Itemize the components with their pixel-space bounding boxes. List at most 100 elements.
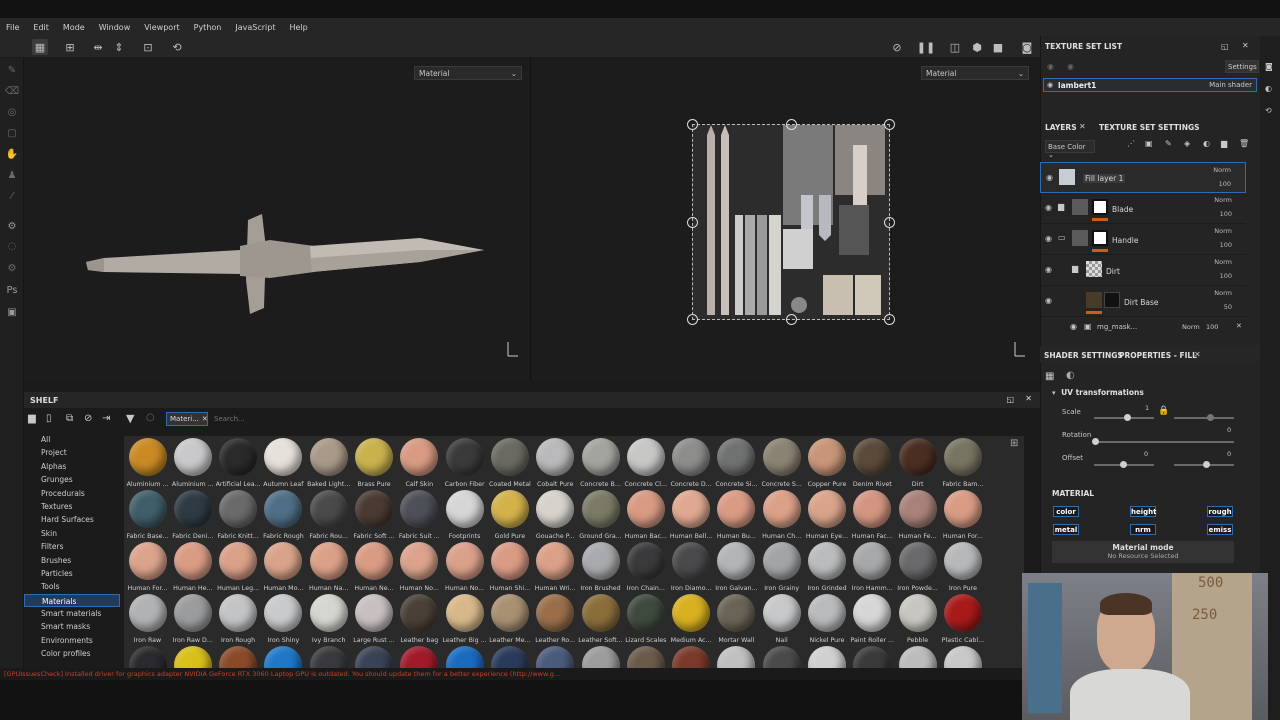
material-tile[interactable]: Iron Pure bbox=[940, 542, 985, 594]
close-icon[interactable]: ✕ bbox=[1025, 394, 1032, 403]
material-tile[interactable]: Calf Skin bbox=[397, 438, 442, 490]
material-mode-button[interactable]: Material mode No Resource Selected bbox=[1052, 541, 1234, 563]
material-tile[interactable]: Human Bell... bbox=[669, 490, 714, 542]
fill-preview-icon[interactable]: ▦ bbox=[1045, 371, 1054, 382]
tab-layers[interactable]: LAYERS bbox=[1045, 123, 1077, 132]
material-tile[interactable]: Human No... bbox=[442, 542, 487, 594]
reset-view-icon[interactable]: ⟲ bbox=[169, 39, 185, 55]
channel-rough-toggle[interactable]: rough bbox=[1207, 506, 1233, 517]
new-file-icon[interactable]: ▯ bbox=[46, 413, 52, 424]
folder-icon[interactable]: ▆ bbox=[1221, 139, 1227, 148]
material-tile[interactable]: Human Bac... bbox=[623, 490, 668, 542]
filter-chip[interactable]: Materi... ✕ bbox=[166, 412, 208, 426]
shelf-category-item[interactable]: Alphas bbox=[24, 460, 120, 473]
material-tile[interactable]: Brass Pure bbox=[352, 438, 397, 490]
eye-icon[interactable]: ◉ bbox=[1070, 322, 1077, 331]
material-tile[interactable]: Human Na... bbox=[306, 542, 351, 594]
shelf-category-item[interactable]: Particles bbox=[24, 567, 120, 580]
shelf-category-item[interactable]: Skin bbox=[24, 527, 120, 540]
cube-icon[interactable]: ⬢ bbox=[969, 39, 985, 55]
add-mask-icon[interactable]: ▣ bbox=[1145, 139, 1153, 148]
material-tile[interactable] bbox=[352, 646, 397, 668]
screenshot-icon[interactable]: ◙ bbox=[1019, 39, 1035, 55]
material-tile[interactable]: Autumn Leaf bbox=[261, 438, 306, 490]
frame-icon[interactable]: ⊡ bbox=[140, 39, 156, 55]
material-tile[interactable]: Gold Pure bbox=[487, 490, 532, 542]
transform-handle[interactable] bbox=[884, 314, 895, 325]
viewport-3d-mode-select[interactable]: Material ⌄ bbox=[414, 66, 522, 80]
grid-layout-icon[interactable]: ▦ bbox=[32, 39, 48, 55]
menu-file[interactable]: File bbox=[6, 23, 19, 32]
flip-vertical-icon[interactable]: ⇕ bbox=[111, 39, 127, 55]
slider-knob[interactable] bbox=[1124, 414, 1131, 421]
material-tile[interactable]: Human Wri... bbox=[533, 542, 578, 594]
settings-icon[interactable]: ⚙ bbox=[4, 260, 20, 276]
transform-handle[interactable] bbox=[884, 119, 895, 130]
material-tile[interactable]: Nail bbox=[759, 594, 804, 646]
material-tile[interactable]: Iron Raw D... bbox=[170, 594, 215, 646]
material-tile[interactable]: Iron Powde... bbox=[895, 542, 940, 594]
material-tile[interactable] bbox=[669, 646, 714, 668]
shelf-category-item[interactable]: Smart materials bbox=[24, 607, 120, 620]
material-tile[interactable]: Human Bu... bbox=[714, 490, 759, 542]
material-tile[interactable]: Concrete Si... bbox=[714, 438, 759, 490]
eye-icon[interactable]: ◉ bbox=[1045, 203, 1052, 212]
material-tile[interactable]: Fabric Bam... bbox=[940, 438, 985, 490]
material-tile[interactable]: Pebble bbox=[895, 594, 940, 646]
material-tile[interactable] bbox=[578, 646, 623, 668]
menu-window[interactable]: Window bbox=[99, 23, 131, 32]
material-tile[interactable] bbox=[170, 646, 215, 668]
shelf-category-item[interactable]: Filters bbox=[24, 540, 120, 553]
add-effect-icon[interactable]: ⋰ bbox=[1127, 139, 1135, 148]
rotation-value[interactable]: 0 bbox=[1227, 426, 1231, 434]
layer-row-handle[interactable]: ◉ ▭ Handle Norm 100 bbox=[1040, 224, 1246, 255]
transform-handle[interactable] bbox=[884, 217, 895, 228]
material-tile[interactable]: Fabric Knitt... bbox=[216, 490, 261, 542]
material-tile[interactable]: Gouache P... bbox=[533, 490, 578, 542]
polygon-fill-icon[interactable]: ▢ bbox=[4, 125, 20, 141]
eye-icon[interactable]: ◉ bbox=[1045, 296, 1052, 305]
projection-icon[interactable]: ◎ bbox=[4, 104, 20, 120]
material-icon[interactable]: ◌ bbox=[4, 238, 20, 254]
material-tile[interactable]: Human For... bbox=[125, 542, 170, 594]
close-icon[interactable]: ✕ bbox=[1079, 122, 1086, 131]
material-tile[interactable]: Iron Galvan... bbox=[714, 542, 759, 594]
material-tile[interactable]: Leather Big ... bbox=[442, 594, 487, 646]
scale-v-slider[interactable] bbox=[1174, 417, 1234, 419]
material-tile[interactable]: Human He... bbox=[170, 542, 215, 594]
lock-icon[interactable]: 🔒 bbox=[1158, 406, 1169, 416]
material-tile[interactable]: Leather Me... bbox=[487, 594, 532, 646]
material-tile[interactable]: Ground Gra... bbox=[578, 490, 623, 542]
visibility-icon[interactable]: ◉ bbox=[1047, 62, 1054, 71]
material-tile[interactable]: Concrete Cl... bbox=[623, 438, 668, 490]
transform-handle[interactable] bbox=[786, 314, 797, 325]
layer-row-blade[interactable]: ◉ ▆ Blade Norm 100 bbox=[1040, 193, 1246, 224]
material-tile[interactable]: Human Ne... bbox=[352, 542, 397, 594]
shelf-category-item[interactable]: Textures bbox=[24, 500, 120, 513]
menu-help[interactable]: Help bbox=[289, 23, 307, 32]
material-tile[interactable] bbox=[805, 646, 850, 668]
close-icon[interactable]: ✕ bbox=[1242, 41, 1249, 50]
eye-icon[interactable]: ◉ bbox=[1045, 234, 1052, 243]
material-tile[interactable]: Iron Shiny bbox=[261, 594, 306, 646]
shelf-category-item[interactable]: Environments bbox=[24, 634, 120, 647]
material-tile[interactable]: Human For... bbox=[940, 490, 985, 542]
circle-icon[interactable]: ○ bbox=[146, 412, 155, 423]
material-tile[interactable]: Iron Grinded bbox=[805, 542, 850, 594]
material-tile[interactable]: Iron Hamm... bbox=[850, 542, 895, 594]
material-tile[interactable] bbox=[397, 646, 442, 668]
filter-icon[interactable]: ▼ bbox=[126, 412, 134, 425]
layer-row-dirt[interactable]: ◉ ▆ Dirt Norm 100 bbox=[1040, 255, 1246, 286]
grid-view-icon[interactable]: ⊞ bbox=[1010, 438, 1018, 449]
material-tile[interactable]: Aluminium ... bbox=[125, 438, 170, 490]
close-icon[interactable]: ✕ bbox=[1194, 350, 1201, 359]
display-settings-icon[interactable]: ◐ bbox=[1265, 84, 1272, 93]
pause-icon[interactable]: ❚❚ bbox=[917, 39, 935, 55]
channel-nrm-toggle[interactable]: nrm bbox=[1130, 524, 1156, 535]
material-tile[interactable]: Iron Brushed bbox=[578, 542, 623, 594]
transform-handle[interactable] bbox=[687, 217, 698, 228]
settings-dropdown[interactable]: Settings bbox=[1225, 60, 1259, 73]
channel-height-toggle[interactable]: height bbox=[1130, 506, 1156, 517]
material-tile[interactable]: Paint Roller ... bbox=[850, 594, 895, 646]
material-tile[interactable]: Copper Pure bbox=[805, 438, 850, 490]
